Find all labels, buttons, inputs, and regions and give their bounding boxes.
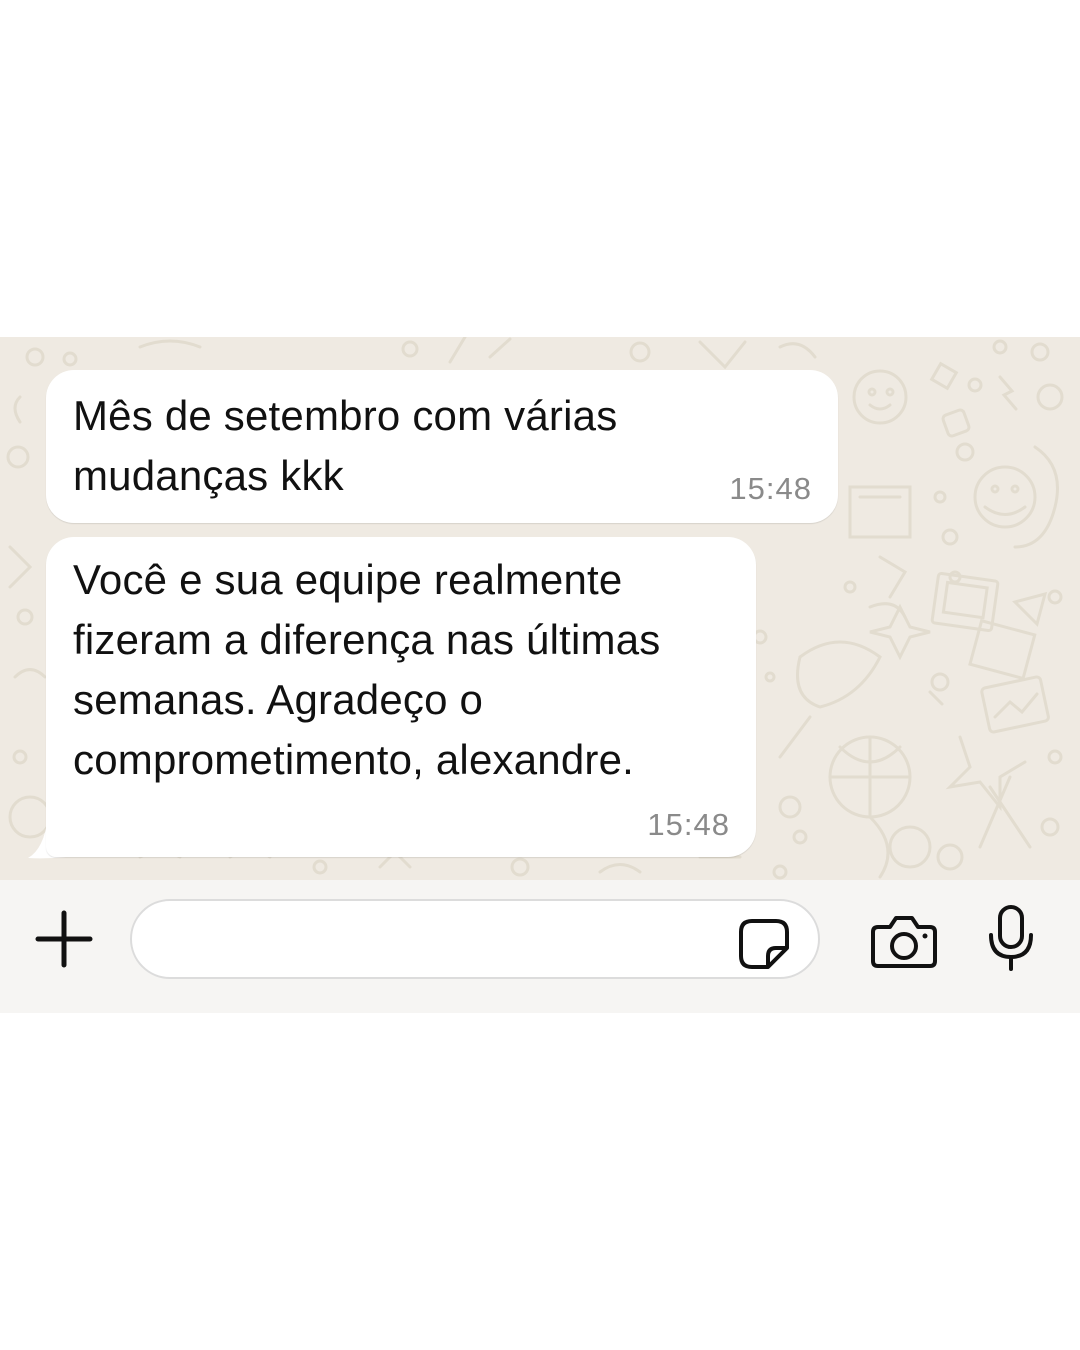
message-text: Você e sua equipe realmente fizeram a di… (73, 556, 661, 783)
message-input-bar (0, 880, 1080, 1013)
message-timestamp: 15:48 (729, 471, 812, 506)
message-bubble[interactable]: Mês de setembro com várias mudanças kkk … (46, 370, 838, 523)
camera-icon[interactable] (870, 915, 938, 969)
plus-icon[interactable] (35, 910, 93, 968)
message-timestamp: 15:48 (647, 807, 730, 842)
sticker-icon[interactable] (738, 918, 790, 970)
chat-area[interactable]: Mês de setembro com várias mudanças kkk … (0, 337, 1080, 880)
message-input[interactable] (130, 899, 820, 979)
screenshot-frame: Mês de setembro com várias mudanças kkk … (0, 0, 1080, 1350)
message-bubble[interactable]: Você e sua equipe realmente fizeram a di… (46, 537, 756, 857)
microphone-icon[interactable] (986, 905, 1036, 971)
message-text: Mês de setembro com várias mudanças kkk (73, 392, 618, 499)
